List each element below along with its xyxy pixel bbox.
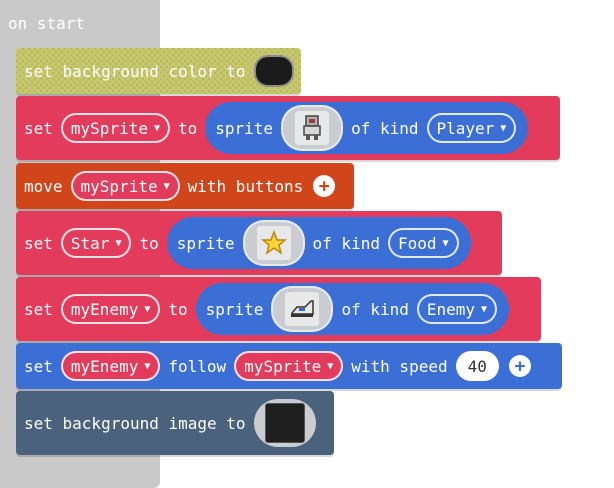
variable-name: mySprite: [80, 176, 158, 196]
sprite-keyword: sprite: [205, 299, 264, 319]
dropdown-arrow-icon: ▼: [481, 303, 488, 315]
kind-name: Food: [397, 233, 437, 253]
mysprite-variable-dropdown[interactable]: mySprite ▼: [60, 113, 170, 143]
background-image-picker[interactable]: [253, 399, 316, 447]
move-with-buttons-block[interactable]: move mySprite ▼ with buttons +: [16, 163, 354, 209]
sprite-of-kind-reporter[interactable]: sprite of kind Player ▼: [205, 102, 529, 154]
of-kind-keyword: of kind: [351, 118, 419, 138]
sprite-of-kind-reporter[interactable]: sprite of kind Food ▼: [166, 217, 471, 269]
kind-dropdown[interactable]: Enemy ▼: [416, 294, 498, 324]
set-myenemy-block[interactable]: set myEnemy ▼ to sprite of kind Enemy ▼: [16, 277, 541, 341]
background-image-icon: [264, 403, 305, 443]
set-star-block[interactable]: set Star ▼ to sprite of kind Food ▼: [16, 211, 502, 275]
expand-plus-icon[interactable]: +: [508, 355, 531, 377]
set-keyword: set: [24, 299, 53, 319]
dropdown-arrow-icon: ▼: [500, 122, 507, 134]
dropdown-arrow-icon: ▼: [115, 237, 122, 249]
kind-dropdown[interactable]: Player ▼: [426, 113, 517, 143]
set-keyword: set: [24, 233, 53, 253]
variable-name: myEnemy: [70, 356, 139, 376]
dropdown-arrow-icon: ▼: [327, 360, 334, 372]
dropdown-arrow-icon: ▼: [442, 237, 449, 249]
car-sprite-icon: [285, 292, 320, 326]
with-speed-label: with speed: [351, 356, 448, 376]
kind-dropdown[interactable]: Food ▼: [387, 228, 459, 258]
on-start-label: on start: [8, 14, 86, 33]
expand-plus-icon[interactable]: +: [313, 175, 336, 197]
set-follow-block[interactable]: set myEnemy ▼ follow mySprite ▼ with spe…: [16, 343, 562, 389]
speed-input[interactable]: 40: [455, 351, 499, 381]
to-keyword: to: [168, 299, 188, 319]
set-mysprite-block[interactable]: set mySprite ▼ to sprite of kind Player …: [16, 96, 560, 160]
with-buttons-label: with buttons: [187, 176, 304, 196]
sprite-image-picker[interactable]: [242, 220, 305, 266]
to-keyword: to: [178, 118, 198, 138]
move-keyword: move: [24, 176, 63, 196]
myenemy-variable-dropdown[interactable]: myEnemy ▼: [60, 294, 161, 324]
sprite-image-picker[interactable]: [271, 286, 334, 332]
kind-name: Player: [436, 118, 495, 138]
dropdown-arrow-icon: ▼: [163, 180, 170, 192]
dropdown-arrow-icon: ▼: [144, 303, 151, 315]
star-variable-dropdown[interactable]: Star ▼: [60, 228, 132, 258]
star-sprite-icon: [256, 226, 291, 260]
variable-name: myEnemy: [70, 299, 139, 319]
sprite-of-kind-reporter[interactable]: sprite of kind Enemy ▼: [195, 283, 510, 335]
set-background-color-label: set background color to: [24, 61, 246, 81]
sprite-image-picker[interactable]: [281, 105, 344, 151]
set-keyword: set: [24, 356, 53, 376]
variable-name: Star: [70, 233, 110, 253]
background-color-swatch[interactable]: [253, 55, 294, 87]
sprite-keyword: sprite: [176, 233, 235, 253]
dropdown-arrow-icon: ▼: [144, 360, 151, 372]
myenemy-variable-dropdown[interactable]: myEnemy ▼: [60, 351, 161, 381]
set-background-color-block[interactable]: set background color to: [16, 48, 301, 94]
set-keyword: set: [24, 118, 53, 138]
astronaut-sprite-icon: [295, 111, 330, 145]
to-keyword: to: [139, 233, 159, 253]
set-background-image-block[interactable]: set background image to: [16, 391, 334, 455]
follow-keyword: follow: [168, 356, 227, 376]
kind-name: Enemy: [426, 299, 476, 319]
of-kind-keyword: of kind: [341, 299, 409, 319]
variable-name: mySprite: [244, 356, 322, 376]
sprite-keyword: sprite: [215, 118, 274, 138]
follow-target-dropdown[interactable]: mySprite ▼: [234, 351, 344, 381]
set-background-image-label: set background image to: [24, 413, 246, 433]
mysprite-variable-dropdown[interactable]: mySprite ▼: [70, 171, 180, 201]
dropdown-arrow-icon: ▼: [153, 122, 160, 134]
of-kind-keyword: of kind: [312, 233, 380, 253]
variable-name: mySprite: [70, 118, 148, 138]
